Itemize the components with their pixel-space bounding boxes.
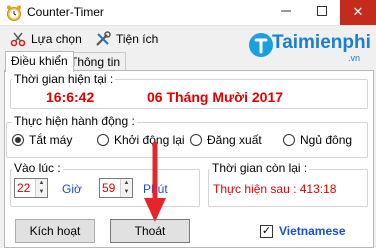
menu-item-options[interactable]: Lựa chọn (10, 30, 82, 48)
stepper-arrows-icon[interactable]: ▲ ▼ (120, 179, 132, 197)
menu-item-label: Tiện ích (116, 32, 159, 46)
watermark-logo: Taimienphi .vn (248, 24, 376, 66)
scissors-icon (10, 32, 26, 47)
radio-button[interactable] (12, 134, 24, 146)
tools-icon (96, 31, 111, 46)
current-time-value: 16:6:42 (46, 89, 95, 105)
radio-hibernate[interactable]: Ngủ đông (283, 133, 352, 147)
title-bar: Counter-Timer ✕ (0, 0, 376, 26)
minute-value: 59 (102, 181, 116, 195)
tab-label: Thông tin (70, 55, 121, 69)
language-label: Vietnamese (279, 224, 346, 238)
minimize-button[interactable] (268, 0, 304, 25)
radio-logoff[interactable]: Đăng xuất (190, 133, 262, 147)
window-title: Counter-Timer (27, 5, 104, 19)
watermark-text: Taimienphi (272, 32, 371, 53)
tab-control[interactable]: Điều khiển (5, 51, 74, 72)
maximize-icon (317, 6, 327, 16)
language-option[interactable]: ✓ Vietnamese (260, 224, 346, 238)
activate-button[interactable]: Kích hoạt (15, 219, 95, 243)
menu-item-label: Lựa chọn (31, 32, 82, 46)
alarm-clock-icon (7, 5, 21, 21)
remaining-label: Thời gian còn lại : (210, 161, 310, 175)
checkbox[interactable]: ✓ (260, 224, 273, 238)
radio-label: Ngủ đông (300, 133, 353, 147)
radio-button[interactable] (190, 134, 202, 146)
stepper-arrows-icon[interactable]: ▲ ▼ (35, 179, 47, 197)
tab-label: Điều khiển (11, 54, 68, 68)
close-button[interactable]: ✕ (340, 0, 376, 25)
annotation-arrow-icon (144, 141, 166, 222)
action-label: Thực hiện hành động : (12, 114, 137, 128)
hour-value: 22 (17, 181, 31, 195)
radio-label: Đăng xuất (207, 133, 262, 147)
hour-unit: Giờ (62, 182, 82, 196)
hour-stepper[interactable]: 22 ▲ ▼ (14, 178, 48, 198)
current-time-label: Thời gian hiện tại : (12, 72, 116, 86)
maximize-button[interactable] (304, 0, 340, 25)
radio-button[interactable] (97, 134, 109, 146)
remaining-value: Thực hiện sau : 413:18 (213, 182, 337, 196)
current-date-value: 06 Tháng Mười 2017 (147, 89, 284, 105)
close-icon: ✕ (352, 4, 364, 19)
logo-icon (249, 33, 273, 57)
radio-label: Tắt máy (29, 133, 73, 147)
menu-item-utilities[interactable]: Tiện ích (95, 30, 158, 48)
minute-stepper[interactable]: 59 ▲ ▼ (99, 178, 133, 198)
minimize-icon (281, 10, 291, 12)
radio-shutdown[interactable]: Tắt máy (12, 133, 72, 147)
radio-button[interactable] (283, 134, 295, 146)
watermark-suffix: .vn (348, 53, 361, 63)
at-time-label: Vào lúc : (12, 161, 63, 175)
